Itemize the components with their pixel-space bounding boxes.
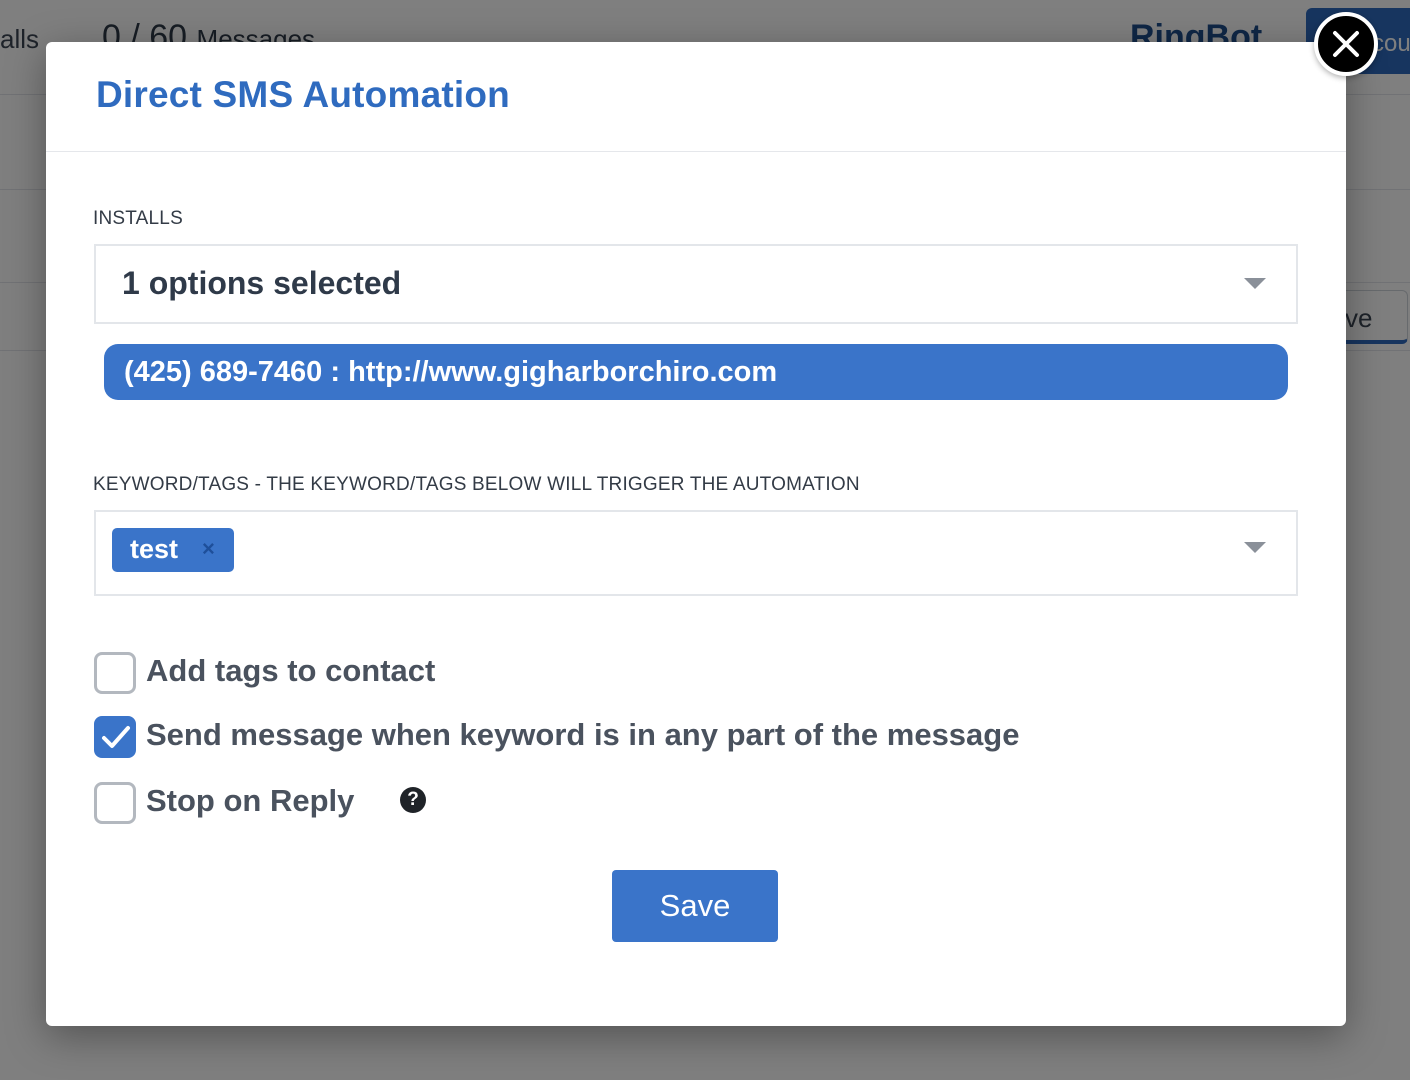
close-icon — [1333, 31, 1359, 57]
remove-tag-icon[interactable]: × — [202, 536, 215, 562]
stop-on-reply-checkbox[interactable] — [94, 782, 136, 824]
modal-header: Direct SMS Automation — [46, 42, 1346, 152]
automation-modal: Direct SMS Automation INSTALLS 1 options… — [46, 42, 1346, 1026]
keyword-tag-label: test — [130, 534, 179, 564]
add-tags-checkbox[interactable] — [94, 652, 136, 694]
stop-on-reply-text[interactable]: Stop on Reply — [146, 783, 354, 818]
installs-select[interactable]: 1 options selected — [94, 244, 1298, 324]
question-circle-icon[interactable]: ? — [400, 787, 426, 813]
keyword-tag-chip: test × — [112, 528, 234, 572]
installs-label: INSTALLS — [93, 208, 183, 229]
installs-selected-summary: 1 options selected — [122, 265, 402, 301]
stop-on-reply-label[interactable]: Stop on Reply ? — [146, 783, 426, 819]
save-button[interactable]: Save — [612, 870, 778, 942]
keyword-tags-select[interactable]: test × — [94, 510, 1298, 596]
keyword-tags-label: KEYWORD/TAGS - THE KEYWORD/TAGS BELOW WI… — [93, 474, 860, 495]
close-button[interactable] — [1314, 12, 1378, 76]
keyword-any-part-label[interactable]: Send message when keyword is in any part… — [146, 717, 1019, 753]
chevron-down-icon[interactable] — [1244, 542, 1266, 553]
check-icon — [102, 726, 130, 748]
installs-selected-option[interactable]: (425) 689-7460 : http://www.gigharborchi… — [104, 344, 1288, 400]
keyword-any-part-checkbox[interactable] — [94, 716, 136, 758]
modal-title: Direct SMS Automation — [96, 74, 510, 115]
chevron-down-icon[interactable] — [1244, 278, 1266, 289]
add-tags-label[interactable]: Add tags to contact — [146, 653, 435, 689]
